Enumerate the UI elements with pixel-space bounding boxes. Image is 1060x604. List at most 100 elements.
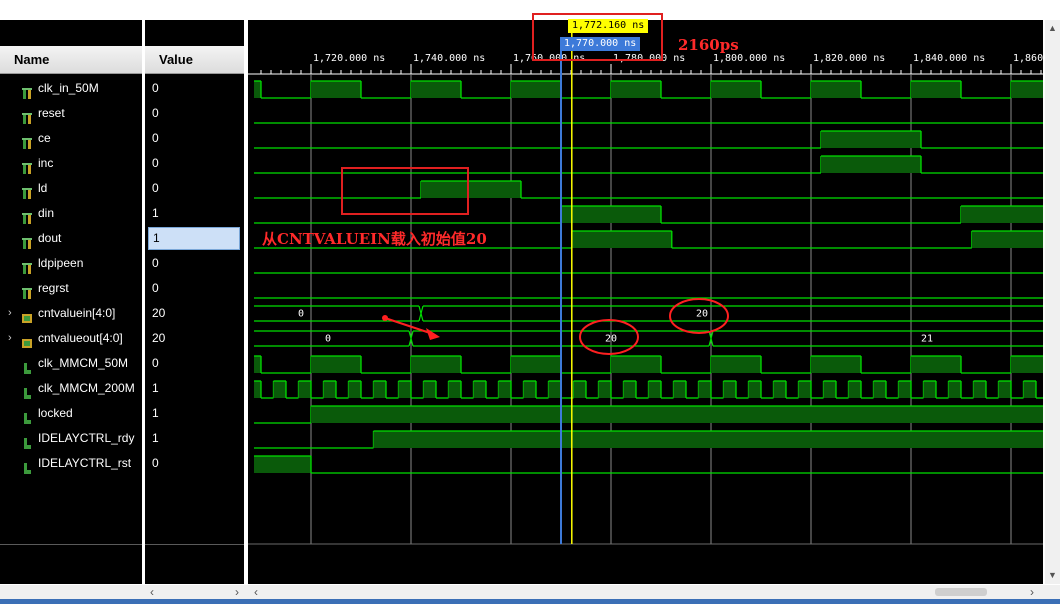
clk-mmcm-200m-wave-high-fill xyxy=(898,381,911,398)
signal-row[interactable]: ce xyxy=(0,126,142,151)
signal-values-panel: Value 0 0 0 0 0 1 1 0 0 20 20 0 1 1 1 0 xyxy=(145,20,244,584)
arrow-annotation-head xyxy=(426,328,440,340)
clk-mmcm-200m-wave-high-fill xyxy=(798,381,811,398)
signal-row[interactable]: clk_MMCM_50M xyxy=(0,351,142,376)
ruler-tick-label: 1,820.000 ns xyxy=(813,53,885,64)
signal-row[interactable]: din xyxy=(0,201,142,226)
clk-mmcm-50m-wave-high-fill xyxy=(911,356,961,373)
wave-scroll-right-icon[interactable]: › xyxy=(1030,585,1034,599)
signal-row[interactable]: dout xyxy=(0,226,142,251)
signal-value[interactable]: 1 xyxy=(145,426,244,451)
signal-name: clk_MMCM_200M xyxy=(38,381,135,395)
signal-value[interactable]: 0 xyxy=(145,101,244,126)
values-scroll-right-icon[interactable]: › xyxy=(235,585,239,599)
expand-icon[interactable]: › xyxy=(8,301,12,326)
signal-name: cntvalueout[4:0] xyxy=(38,331,123,345)
signal-row[interactable]: inc xyxy=(0,151,142,176)
clk-mmcm-200m-wave-high-fill xyxy=(323,381,336,398)
signal-name: locked xyxy=(38,406,73,420)
signal-row[interactable]: locked xyxy=(0,401,142,426)
ruler-tick-label: 1,840.000 ns xyxy=(913,53,985,64)
signal-row[interactable]: IDELAYCTRL_rdy xyxy=(0,426,142,451)
clk-in-50m-wave-high-fill xyxy=(811,81,861,98)
values-scroll-left-icon[interactable]: ‹ xyxy=(150,585,154,599)
signal-row[interactable]: › cntvaluein[4:0] xyxy=(0,301,142,326)
ruler-tick-label: 1,740.000 ns xyxy=(413,53,485,64)
signal-name: clk_MMCM_50M xyxy=(38,356,129,370)
cntvalueout-wave-value: 0 xyxy=(325,334,331,345)
signal-value[interactable]: 1 xyxy=(148,227,240,250)
signal-name: din xyxy=(38,206,55,220)
cntvalueout-wave-value: 21 xyxy=(921,334,933,345)
signal-value[interactable]: 1 xyxy=(145,201,244,226)
locked-wave-high-fill xyxy=(311,406,1043,423)
waveform-svg: 1,720.000 ns 1,740.000 ns 1,760.000 ns 1,78… xyxy=(248,20,1043,545)
green-wire-icon xyxy=(22,258,32,274)
signal-row[interactable]: clk_in_50M xyxy=(0,76,142,101)
clk-mmcm-50m-wave-high-fill xyxy=(511,356,561,373)
signal-row[interactable]: reset xyxy=(0,101,142,126)
clk-mmcm-200m-wave-high-fill xyxy=(673,381,686,398)
clk-mmcm-200m-wave-high-fill xyxy=(348,381,361,398)
clk-mmcm-200m-wave-high-fill xyxy=(254,381,261,398)
signal-name: ce xyxy=(38,131,51,145)
scroll-up-icon[interactable]: ▲ xyxy=(1048,23,1057,33)
scroll-down-icon[interactable]: ▼ xyxy=(1048,570,1057,580)
clk-in-50m-wave-high-fill xyxy=(711,81,761,98)
waveform-canvas[interactable]: 1,720.000 ns 1,740.000 ns 1,760.000 ns 1,78… xyxy=(248,20,1043,584)
signal-row[interactable]: IDELAYCTRL_rst xyxy=(0,451,142,476)
signal-value[interactable]: 0 xyxy=(145,276,244,301)
signal-value[interactable]: 0 xyxy=(145,351,244,376)
signal-name: reset xyxy=(38,106,65,120)
signal-value[interactable]: 1 xyxy=(145,401,244,426)
signal-row[interactable]: › cntvalueout[4:0] xyxy=(0,326,142,351)
dout-wave-high-fill xyxy=(571,231,672,248)
signal-row[interactable]: clk_MMCM_200M xyxy=(0,376,142,401)
signal-row[interactable]: ldpipeen xyxy=(0,251,142,276)
signal-value[interactable]: 1 xyxy=(145,376,244,401)
name-column-header[interactable]: Name xyxy=(0,46,142,74)
cntvaluein-wave-value: 0 xyxy=(298,309,304,320)
wave-scroll-left-icon[interactable]: ‹ xyxy=(254,585,258,599)
clk-mmcm-200m-wave-high-fill xyxy=(373,381,386,398)
clk-mmcm-200m-wave-high-fill xyxy=(298,381,311,398)
clk-in-50m-wave-high-fill xyxy=(411,81,461,98)
clk-mmcm-50m-wave-high-fill xyxy=(611,356,661,373)
green-wire-icon xyxy=(22,83,32,99)
ruler-tick-label: 1,860. xyxy=(1013,53,1043,64)
signal-value[interactable]: 0 xyxy=(145,451,244,476)
signal-value[interactable]: 0 xyxy=(145,76,244,101)
signal-value[interactable]: 0 xyxy=(145,176,244,201)
clk-in-50m-wave-high-fill xyxy=(911,81,961,98)
delta-annotation: 2160ps xyxy=(678,36,739,54)
clk-mmcm-200m-wave-high-fill xyxy=(498,381,511,398)
signal-value[interactable]: 20 xyxy=(145,326,244,351)
names-divider xyxy=(0,544,142,545)
value-column-header[interactable]: Value xyxy=(145,46,244,74)
signal-name: cntvaluein[4:0] xyxy=(38,306,116,320)
signal-row[interactable]: ld xyxy=(0,176,142,201)
signal-value[interactable]: 0 xyxy=(145,151,244,176)
clk-in-50m-wave-high-fill xyxy=(311,81,361,98)
clk-mmcm-50m-wave-high-fill xyxy=(711,356,761,373)
clk-mmcm-200m-wave-high-fill xyxy=(448,381,461,398)
clk-mmcm-200m-wave-high-fill xyxy=(598,381,611,398)
expand-icon[interactable]: › xyxy=(8,326,12,351)
green-wire-icon xyxy=(22,133,32,149)
idelayctrl-rst-wave-high-fill xyxy=(254,456,311,473)
signal-value[interactable]: 20 xyxy=(145,301,244,326)
signal-value[interactable]: 0 xyxy=(145,126,244,151)
signal-name: IDELAYCTRL_rst xyxy=(38,456,132,470)
clk-mmcm-200m-wave-high-fill xyxy=(848,381,861,398)
clk-mmcm-200m-wave-high-fill xyxy=(973,381,986,398)
green-wire-icon xyxy=(22,283,32,299)
internal-wire-icon xyxy=(22,433,32,449)
clk-mmcm-200m-wave-high-fill xyxy=(648,381,661,398)
horizontal-scrollbar[interactable]: ‹ › ‹ › xyxy=(0,585,1060,600)
clk-mmcm-200m-wave-high-fill xyxy=(948,381,961,398)
signal-value[interactable]: 0 xyxy=(145,251,244,276)
horizontal-scroll-thumb[interactable] xyxy=(935,588,987,596)
vertical-scrollbar[interactable]: ▲ ▼ xyxy=(1045,20,1060,584)
clk-mmcm-200m-wave-high-fill xyxy=(398,381,411,398)
signal-row[interactable]: regrst xyxy=(0,276,142,301)
